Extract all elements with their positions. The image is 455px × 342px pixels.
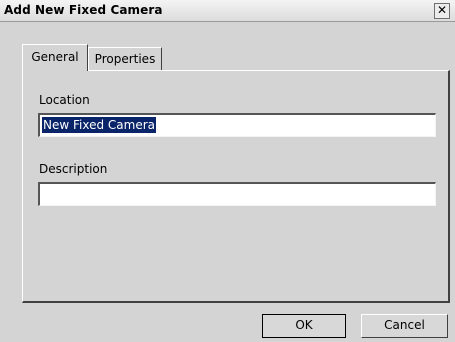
location-input-value: New Fixed Camera — [42, 117, 156, 133]
dialog-title: Add New Fixed Camera — [4, 3, 163, 17]
title-bar[interactable]: Add New Fixed Camera ✕ — [0, 0, 455, 22]
ok-button[interactable]: OK — [262, 314, 346, 338]
dialog-window: Add New Fixed Camera ✕ General Propertie… — [0, 0, 455, 342]
tab-general[interactable]: General — [22, 44, 88, 71]
description-label: Description — [39, 162, 108, 176]
location-label: Location — [39, 93, 90, 107]
location-input[interactable]: New Fixed Camera — [38, 113, 436, 137]
tab-properties[interactable]: Properties — [88, 47, 162, 70]
description-input[interactable] — [38, 182, 436, 206]
close-icon[interactable]: ✕ — [434, 3, 450, 19]
tab-panel-general: Location New Fixed Camera Description — [22, 70, 450, 303]
cancel-button[interactable]: Cancel — [361, 314, 448, 338]
